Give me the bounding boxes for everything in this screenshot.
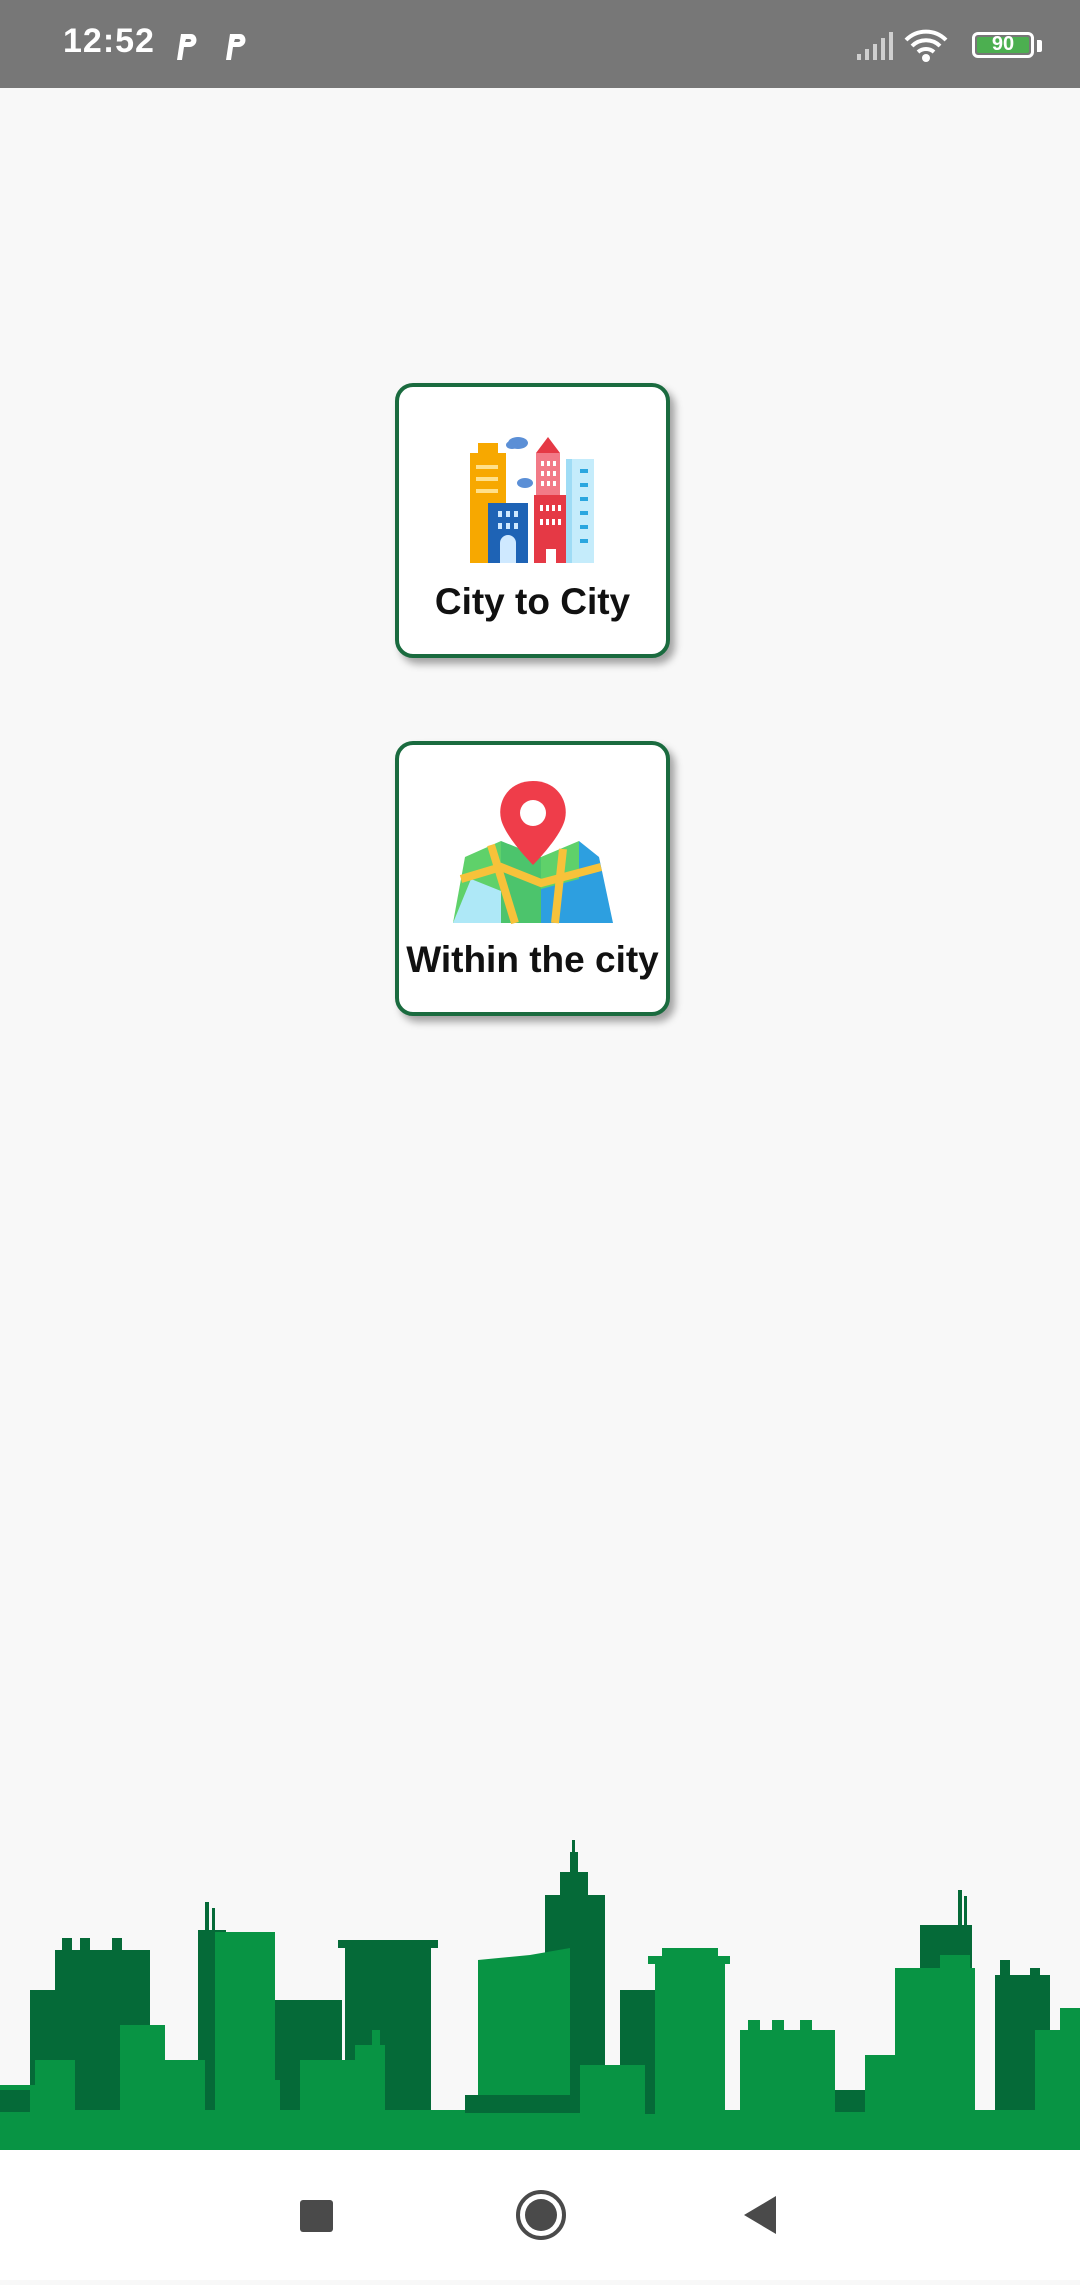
home-circle-icon bbox=[516, 2190, 566, 2240]
within-the-city-button[interactable]: Within the city bbox=[395, 741, 670, 1016]
wifi-icon bbox=[904, 29, 948, 62]
status-bar: 12:52 90 bbox=[0, 0, 1080, 88]
recents-button[interactable] bbox=[256, 2150, 376, 2280]
map-pin-icon bbox=[452, 781, 613, 925]
battery-tip bbox=[1037, 40, 1042, 52]
back-button[interactable] bbox=[700, 2150, 820, 2280]
city-to-city-label: City to City bbox=[434, 581, 631, 622]
within-the-city-label: Within the city bbox=[406, 939, 659, 980]
city-buildings-icon bbox=[469, 437, 594, 563]
parking-app-icon bbox=[226, 34, 246, 60]
home-button[interactable] bbox=[481, 2150, 601, 2280]
recents-square-icon bbox=[300, 2200, 333, 2232]
battery-level: 90 bbox=[991, 33, 1015, 55]
city-to-city-button[interactable]: City to City bbox=[395, 383, 670, 658]
signal-icon bbox=[857, 32, 893, 60]
back-triangle-icon bbox=[744, 2196, 776, 2234]
status-time: 12:52 bbox=[63, 22, 155, 60]
parking-app-icon bbox=[177, 34, 197, 60]
city-skyline-illustration bbox=[0, 1840, 1080, 2150]
navigation-bar bbox=[0, 2150, 1080, 2280]
battery-icon: 90 bbox=[972, 32, 1034, 58]
